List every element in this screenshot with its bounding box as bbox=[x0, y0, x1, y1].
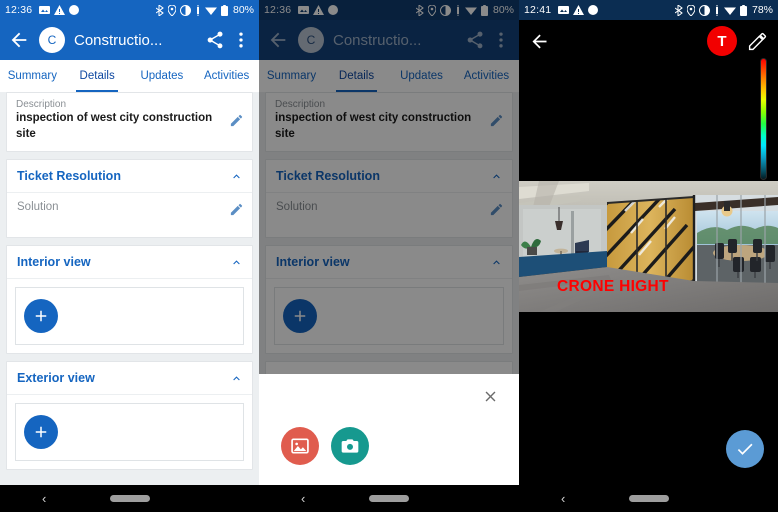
android-nav-bar: ‹ bbox=[0, 485, 259, 512]
location-icon bbox=[686, 4, 695, 16]
nav-home-pill[interactable] bbox=[369, 495, 409, 502]
exterior-attachment-box bbox=[15, 403, 244, 462]
dnd-icon bbox=[698, 4, 710, 16]
page-title: Constructio... bbox=[74, 31, 163, 49]
nav-home-pill[interactable] bbox=[628, 495, 669, 502]
tab-summary[interactable]: Summary bbox=[0, 60, 65, 92]
tab-bar: Summary Details Updates Activities bbox=[0, 60, 259, 92]
pick-from-gallery-button[interactable] bbox=[281, 427, 319, 465]
add-interior-photo-button[interactable] bbox=[24, 299, 58, 334]
status-time: 12:36 bbox=[5, 4, 33, 16]
nav-back-button[interactable]: ‹ bbox=[301, 491, 305, 506]
location-icon bbox=[167, 4, 176, 16]
battery-percent: 80% bbox=[232, 4, 254, 16]
nav-home-pill[interactable] bbox=[109, 495, 150, 502]
vibrate-icon bbox=[714, 4, 720, 16]
edit-solution-pencil-icon[interactable] bbox=[229, 202, 244, 217]
nav-back-button[interactable]: ‹ bbox=[561, 491, 565, 506]
solution-placeholder[interactable]: Solution bbox=[17, 200, 223, 216]
screenshot-icon bbox=[558, 5, 570, 15]
edit-description-pencil-icon[interactable] bbox=[229, 113, 244, 128]
android-nav-bar: ‹ bbox=[259, 485, 519, 512]
pencil-icon[interactable] bbox=[747, 31, 768, 52]
wifi-icon bbox=[723, 5, 736, 16]
ticket-resolution-header[interactable]: Ticket Resolution bbox=[7, 160, 252, 194]
editor-toolbar: T bbox=[519, 20, 778, 62]
app-bar: C Constructio... bbox=[0, 20, 259, 60]
panel-attachment-picker: 12:36 80% C Constructio... Summary Detai… bbox=[259, 0, 519, 512]
exterior-view-header[interactable]: Exterior view bbox=[7, 362, 252, 396]
dnd-icon bbox=[179, 4, 191, 16]
tab-activities[interactable]: Activities bbox=[194, 60, 259, 92]
ticket-resolution-card: Ticket Resolution Solution bbox=[6, 159, 253, 239]
battery-icon bbox=[739, 4, 747, 16]
exterior-view-card: Exterior view bbox=[6, 361, 253, 471]
circle-icon bbox=[69, 5, 80, 15]
close-icon[interactable] bbox=[482, 388, 499, 405]
interior-attachment-box bbox=[15, 287, 244, 346]
attachment-bottom-sheet bbox=[259, 374, 519, 485]
tab-updates[interactable]: Updates bbox=[130, 60, 195, 92]
battery-percent: 78% bbox=[751, 4, 773, 16]
avatar: C bbox=[39, 27, 65, 53]
photo-annotation-text[interactable]: CRONE HIGHT bbox=[557, 278, 669, 296]
text-tool-button[interactable]: T bbox=[707, 26, 737, 56]
wifi-icon bbox=[204, 5, 217, 16]
warning-icon bbox=[54, 5, 66, 15]
description-label: Description bbox=[16, 99, 67, 110]
interior-view-title: Interior view bbox=[17, 255, 91, 270]
bluetooth-icon bbox=[674, 4, 683, 16]
chevron-up-icon[interactable] bbox=[230, 256, 243, 269]
back-arrow-icon[interactable] bbox=[529, 31, 550, 52]
ticket-resolution-title: Ticket Resolution bbox=[17, 169, 121, 184]
three-panel-screenshot: 12:36 80% C Constructio... Summary Detai… bbox=[0, 0, 778, 512]
panel-photo-annotator: 12:41 78% T CRONE HIGHT ‹ bbox=[519, 0, 778, 512]
tab-details[interactable]: Details bbox=[65, 60, 130, 92]
exterior-view-title: Exterior view bbox=[17, 371, 95, 386]
annotated-photo[interactable]: CRONE HIGHT bbox=[519, 181, 778, 312]
circle-icon bbox=[588, 5, 599, 15]
add-exterior-photo-button[interactable] bbox=[24, 415, 58, 450]
status-time: 12:41 bbox=[524, 4, 552, 16]
take-photo-button[interactable] bbox=[331, 427, 369, 465]
nav-back-button[interactable]: ‹ bbox=[42, 491, 46, 506]
description-value: inspection of west city construction sit… bbox=[16, 112, 213, 140]
chevron-up-icon[interactable] bbox=[230, 372, 243, 385]
status-bar: 12:41 78% bbox=[519, 0, 778, 20]
hue-color-slider[interactable] bbox=[760, 58, 767, 180]
confirm-annotation-button[interactable] bbox=[726, 430, 764, 468]
status-bar: 12:36 80% bbox=[0, 0, 259, 20]
bluetooth-icon bbox=[155, 4, 164, 16]
battery-icon bbox=[220, 4, 228, 16]
interior-view-header[interactable]: Interior view bbox=[7, 246, 252, 280]
interior-view-card: Interior view bbox=[6, 245, 253, 355]
description-card: Description inspection of west city cons… bbox=[6, 92, 253, 153]
details-scroll-area[interactable]: Description inspection of west city cons… bbox=[0, 92, 259, 485]
back-arrow-icon[interactable] bbox=[8, 29, 30, 51]
panel-ticket-details: 12:36 80% C Constructio... Summary Detai… bbox=[0, 0, 259, 512]
screenshot-icon bbox=[39, 5, 51, 15]
vibrate-icon bbox=[195, 4, 201, 16]
android-nav-bar: ‹ bbox=[519, 485, 778, 512]
warning-icon bbox=[573, 5, 585, 15]
more-vert-icon[interactable] bbox=[231, 30, 251, 50]
chevron-up-icon[interactable] bbox=[230, 170, 243, 183]
share-icon[interactable] bbox=[205, 30, 225, 50]
